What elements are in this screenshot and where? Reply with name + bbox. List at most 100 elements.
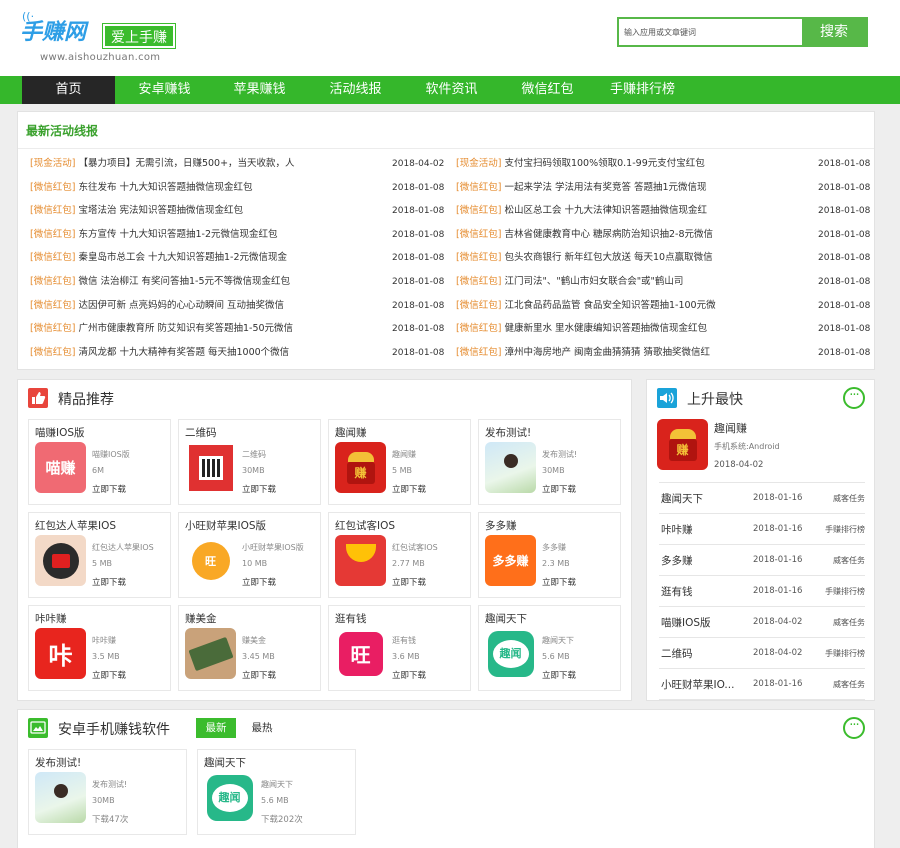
news-link[interactable]: 秦皇岛市总工会 十九大知识答题抽1-2元微信现金 [78, 252, 287, 263]
search-button[interactable]: 搜索 [802, 19, 866, 45]
app-card[interactable]: 喵赚IOS版 喵赚 喵赚IOS版 6M 立即下载 [28, 419, 171, 505]
news-link[interactable]: 微信 法治柳江 有奖问答抽1-5元不等微信现金红包 [78, 276, 290, 287]
news-category[interactable]: [微信红包] [30, 205, 75, 216]
search-input[interactable] [619, 19, 804, 45]
news-item[interactable]: [微信红包] 江北食品药品监管 食品安全知识答题抽1-100元微 [456, 296, 812, 316]
news-category[interactable]: [微信红包] [456, 347, 501, 358]
news-item[interactable]: [微信红包] 漳州中海房地产 闽南金曲猜猜猜 猜歌抽奖微信红 [456, 343, 812, 363]
news-category[interactable]: [微信红包] [456, 300, 501, 311]
news-category[interactable]: [微信红包] [30, 252, 75, 263]
app-title[interactable]: 红包试客IOS [335, 518, 395, 533]
news-category[interactable]: [微信红包] [456, 205, 501, 216]
quwenzhuan-icon[interactable]: 赚 [657, 419, 708, 470]
news-link[interactable]: 吉林省健康教育中心 糖尿病防治知识抽2-8元微信 [504, 229, 713, 240]
app-card[interactable]: 发布测试! 发布测试! 30MB 下载47次 [28, 749, 187, 835]
rank-tag[interactable]: 威客任务 [833, 555, 865, 566]
photo-icon[interactable] [35, 772, 86, 823]
news-item[interactable]: [微信红包] 达因伊可新 点亮妈妈的心心动瞬间 互动抽奖微信 [30, 296, 386, 316]
news-link[interactable]: 江门司法"、"鹤山市妇女联合会"或"鹤山司 [504, 276, 683, 287]
download-button[interactable]: 立即下载 [242, 669, 276, 681]
news-link[interactable]: 松山区总工会 十九大法律知识答题抽微信现金红 [504, 205, 707, 216]
app-card[interactable]: 趣闻天下 趣闻 趣闻天下 5.6 MB 下载202次 [197, 749, 356, 835]
app-title[interactable]: 发布测试! [35, 755, 81, 770]
app-card[interactable]: 小旺财苹果IOS版旺小旺财苹果IOS版 10 MB 立即下载 [178, 512, 321, 598]
quwenzhuan-icon[interactable]: 赚 [335, 442, 386, 493]
rank-tag[interactable]: 手赚排行榜 [825, 648, 865, 659]
download-button[interactable]: 立即下载 [392, 483, 426, 495]
download-button[interactable]: 立即下载 [392, 669, 426, 681]
rank-app-name[interactable]: 咔咔赚 [661, 522, 743, 537]
download-button[interactable]: 立即下载 [542, 576, 576, 588]
rank-row[interactable]: 趣闻天下 2018-01-16 威客任务 [659, 483, 865, 514]
app-title[interactable]: 趣闻天下 [204, 755, 246, 770]
download-button[interactable]: 立即下载 [92, 576, 126, 588]
nav-item-activities[interactable]: 活动线报 [308, 76, 403, 104]
news-item[interactable]: [微信红包] 秦皇岛市总工会 十九大知识答题抽1-2元微信现金 [30, 248, 386, 268]
app-card[interactable]: 趣闻赚赚趣闻赚 5 MB 立即下载 [328, 419, 471, 505]
news-link[interactable]: 宝塔法治 宪法知识答题抽微信现金红包 [78, 205, 243, 216]
app-title[interactable]: 逛有钱 [335, 611, 367, 626]
news-item[interactable]: [微信红包] 健康新里水 里水健康编知识答题抽微信现金红包 [456, 319, 812, 339]
app-title[interactable]: 发布测试! [485, 425, 531, 440]
news-category[interactable]: [微信红包] [30, 300, 75, 311]
nav-item-apple[interactable]: 苹果赚钱 [212, 76, 307, 104]
news-link[interactable]: 东往发布 十九大知识答题抽微信现金红包 [78, 182, 252, 193]
tab-latest[interactable]: 最新 [196, 718, 236, 738]
miaozhuan-icon[interactable]: 喵赚 [35, 442, 86, 493]
download-button[interactable]: 立即下载 [242, 576, 276, 588]
rank-top-name[interactable]: 趣闻赚 [714, 420, 747, 436]
news-category[interactable]: [微信红包] [456, 182, 501, 193]
hongbao-shike-icon[interactable] [335, 535, 386, 586]
app-title[interactable]: 趣闻赚 [335, 425, 367, 440]
duoduozhuan-icon[interactable]: 多多赚 [485, 535, 536, 586]
app-title[interactable]: 喵赚IOS版 [35, 425, 85, 440]
rank-app-name[interactable]: 喵赚IOS版 [661, 615, 743, 630]
download-button[interactable]: 立即下载 [92, 483, 126, 495]
download-button[interactable]: 立即下载 [92, 669, 126, 681]
quwentianxia-icon[interactable]: 趣闻 [204, 772, 255, 823]
app-title[interactable]: 多多赚 [485, 518, 517, 533]
rank-app-name[interactable]: 二维码 [661, 646, 743, 661]
more-icon[interactable]: ··· [843, 387, 865, 409]
download-button[interactable]: 立即下载 [542, 483, 576, 495]
rank-row[interactable]: 小旺财苹果IO... 2018-01-16 威客任务 [659, 669, 865, 700]
news-item[interactable]: [微信红包] 一起来学法 学法用法有奖竞答 答题抽1元微信现 [456, 178, 812, 198]
news-item[interactable]: [现金活动] 【暴力项目】无需引流，日赚500+，当天收款，人 [30, 154, 386, 174]
download-button[interactable]: 立即下载 [542, 669, 576, 681]
app-card[interactable]: 红包试客IOS 红包试客IOS 2.77 MB 立即下载 [328, 512, 471, 598]
app-title[interactable]: 赚美金 [185, 611, 217, 626]
news-item[interactable]: [微信红包] 清风龙都 十九大精神有奖答题 每天抽1000个微信 [30, 343, 386, 363]
nav-item-home[interactable]: 首页 [22, 76, 115, 104]
tab-hottest[interactable]: 最热 [242, 718, 282, 738]
news-item[interactable]: [微信红包] 松山区总工会 十九大法律知识答题抽微信现金红 [456, 201, 812, 221]
kakazhuan-icon[interactable]: 咔 [35, 628, 86, 679]
app-card[interactable]: 赚美金 赚美金 3.45 MB 立即下载 [178, 605, 321, 691]
news-category[interactable]: [微信红包] [30, 229, 75, 240]
app-title[interactable]: 小旺财苹果IOS版 [185, 518, 266, 533]
news-item[interactable]: [微信红包] 广州市健康教育所 防艾知识有奖答题抽1-50元微信 [30, 319, 386, 339]
qrcode-icon[interactable] [185, 442, 236, 493]
app-card[interactable]: 趣闻天下 趣闻 趣闻天下 5.6 MB 立即下载 [478, 605, 621, 691]
more-icon[interactable]: ··· [843, 717, 865, 739]
news-item[interactable]: [微信红包] 宝塔法治 宪法知识答题抽微信现金红包 [30, 201, 386, 221]
quwentianxia-icon[interactable]: 趣闻 [485, 628, 536, 679]
news-category[interactable]: [微信红包] [30, 276, 75, 287]
rank-tag[interactable]: 手赚排行榜 [825, 586, 865, 597]
app-card[interactable]: 逛有钱旺逛有钱 3.6 MB 立即下载 [328, 605, 471, 691]
news-link[interactable]: 一起来学法 学法用法有奖竞答 答题抽1元微信现 [504, 182, 706, 193]
download-button[interactable]: 立即下载 [392, 576, 426, 588]
rank-tag[interactable]: 威客任务 [833, 617, 865, 628]
nav-item-news[interactable]: 软件资讯 [404, 76, 499, 104]
rank-app-name[interactable]: 小旺财苹果IO... [661, 677, 743, 692]
rank-tag[interactable]: 威客任务 [833, 679, 865, 690]
rank-app-name[interactable]: 多多赚 [661, 553, 743, 568]
news-link[interactable]: 江北食品药品监管 食品安全知识答题抽1-100元微 [504, 300, 715, 311]
news-link[interactable]: 清风龙都 十九大精神有奖答题 每天抽1000个微信 [78, 347, 289, 358]
news-category[interactable]: [微信红包] [30, 347, 75, 358]
nav-item-ranking[interactable]: 手赚排行榜 [595, 76, 690, 104]
rank-tag[interactable]: 手赚排行榜 [825, 524, 865, 535]
app-title[interactable]: 趣闻天下 [485, 611, 527, 626]
news-category[interactable]: [现金活动] [456, 158, 501, 169]
rank-app-name[interactable]: 趣闻天下 [661, 491, 743, 506]
news-item[interactable]: [微信红包] 微信 法治柳江 有奖问答抽1-5元不等微信现金红包 [30, 272, 386, 292]
